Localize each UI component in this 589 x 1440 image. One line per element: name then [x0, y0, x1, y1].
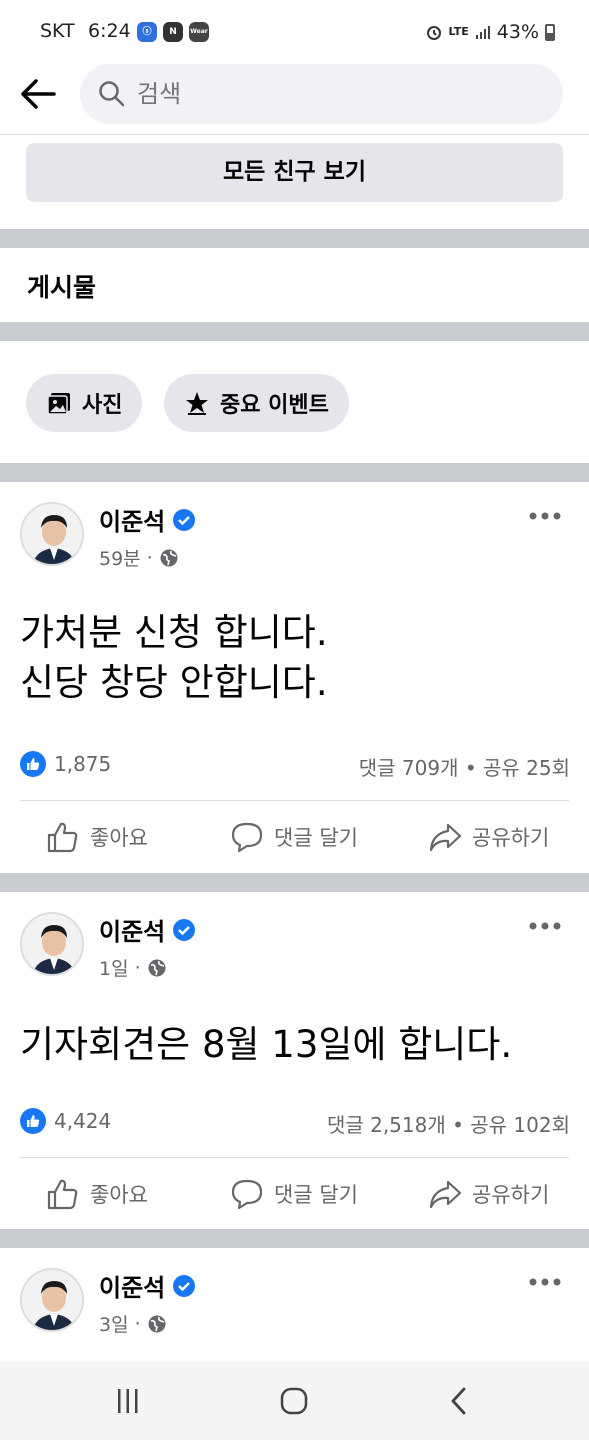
feed-post: 이준석 1일 · 기자회견은 8월 13일에 합니다. 4,424 댓글 2,5…	[0, 892, 589, 1229]
author-name[interactable]: 이준석	[99, 912, 165, 947]
verified-badge-icon	[173, 918, 196, 941]
author-avatar[interactable]	[20, 502, 84, 566]
alarm-icon	[426, 26, 441, 40]
search-input[interactable]	[137, 80, 517, 108]
like-reaction-icon	[20, 751, 46, 777]
photo-icon	[47, 393, 70, 415]
profile-photo	[22, 1270, 82, 1330]
share-button[interactable]: 공유하기	[428, 820, 549, 854]
thumbs-up-icon	[47, 822, 78, 853]
search-bar[interactable]	[80, 64, 563, 124]
naver-icon: N	[163, 22, 183, 42]
author-name-row[interactable]: 이준석	[99, 912, 196, 947]
comment-button[interactable]: 댓글 달기	[230, 1177, 358, 1211]
search-icon	[99, 81, 125, 107]
verified-badge-icon	[173, 1274, 196, 1297]
photos-chip-label: 사진	[82, 393, 123, 418]
like-button-label: 좋아요	[90, 826, 148, 850]
comment-share-stats[interactable]: 댓글 2,518개 • 공유 102회	[327, 1109, 570, 1138]
share-arrow-icon	[429, 1180, 462, 1209]
arrow-left-icon	[21, 79, 56, 109]
profile-photo	[22, 914, 82, 974]
comment-button[interactable]: 댓글 달기	[230, 820, 358, 854]
comment-share-stats[interactable]: 댓글 709개 • 공유 25회	[359, 752, 570, 781]
section-divider	[0, 229, 589, 248]
network-type: LTE	[448, 25, 469, 38]
meta-separator: ·	[146, 546, 153, 569]
author-name-row[interactable]: 이준석	[99, 502, 196, 537]
more-options-icon[interactable]	[528, 1275, 562, 1289]
share-arrow-icon	[429, 823, 462, 852]
share-button-label: 공유하기	[472, 826, 550, 850]
section-divider	[0, 322, 589, 341]
post-time[interactable]: 1일	[99, 954, 129, 981]
share-button[interactable]: 공유하기	[428, 1177, 549, 1211]
author-avatar[interactable]	[20, 1268, 84, 1332]
app-notification-icon: ⓢ	[137, 22, 157, 42]
like-button[interactable]: 좋아요	[46, 1177, 148, 1211]
post-meta: 59분 ·	[99, 544, 179, 571]
public-globe-icon	[148, 959, 166, 976]
public-globe-icon	[148, 1315, 166, 1332]
author-name[interactable]: 이준석	[99, 1268, 165, 1303]
profile-photo	[22, 504, 82, 564]
wear-icon: Wear	[189, 22, 209, 42]
reaction-summary[interactable]: 4,424	[20, 1108, 111, 1134]
meta-separator: ·	[134, 956, 141, 979]
system-indicators: LTE 43%	[425, 20, 555, 44]
thumbs-up-icon	[47, 1179, 78, 1210]
recent-apps-icon[interactable]	[114, 1387, 142, 1415]
comment-icon	[231, 822, 263, 853]
clock: 6:24	[88, 20, 131, 42]
post-time[interactable]: 59분	[99, 544, 141, 571]
post-meta: 3일 ·	[99, 1310, 167, 1337]
author-avatar[interactable]	[20, 912, 84, 976]
post-body-text: 가처분 신청 합니다. 신당 창당 안합니다.	[20, 611, 328, 704]
author-name[interactable]: 이준석	[99, 502, 165, 537]
comment-button-label: 댓글 달기	[274, 826, 358, 850]
like-button-label: 좋아요	[90, 1183, 148, 1207]
life-events-chip-label: 중요 이벤트	[220, 393, 329, 418]
status-bar: SKT 6:24 ⓢ N Wear LTE 43%	[0, 0, 589, 62]
photos-chip[interactable]: 사진	[26, 374, 143, 432]
like-count: 4,424	[54, 1109, 112, 1133]
verified-badge-icon	[173, 508, 196, 531]
more-options-icon[interactable]	[528, 509, 562, 523]
reaction-summary[interactable]: 1,875	[20, 751, 111, 777]
app-header	[0, 62, 589, 135]
posts-section-title: 게시물	[27, 273, 97, 302]
signal-icon	[475, 26, 490, 39]
life-events-chip[interactable]: 중요 이벤트	[164, 374, 349, 432]
like-button[interactable]: 좋아요	[46, 820, 148, 854]
post-divider	[20, 1157, 569, 1158]
like-count: 1,875	[54, 752, 112, 776]
back-button[interactable]	[18, 76, 62, 112]
more-options-icon[interactable]	[528, 919, 562, 933]
star-icon	[186, 392, 208, 415]
feed-post: 이준석 3일 ·	[0, 1248, 589, 1361]
post-body-text: 기자회견은 8월 13일에 합니다.	[20, 1023, 513, 1066]
public-globe-icon	[160, 549, 178, 566]
like-reaction-icon	[20, 1108, 46, 1134]
share-button-label: 공유하기	[472, 1183, 550, 1207]
feed-post: 이준석 59분 · 가처분 신청 합니다. 신당 창당 안합니다. 1,875 …	[0, 482, 589, 873]
home-icon[interactable]	[279, 1386, 309, 1416]
battery-icon	[545, 23, 555, 41]
see-all-friends-button[interactable]: 모든 친구 보기	[26, 143, 563, 202]
meta-separator: ·	[134, 1312, 141, 1335]
comment-button-label: 댓글 달기	[274, 1183, 358, 1207]
section-divider	[0, 1229, 589, 1248]
author-name-row[interactable]: 이준석	[99, 1268, 196, 1303]
section-divider	[0, 873, 589, 892]
section-divider	[0, 463, 589, 482]
post-divider	[20, 800, 569, 801]
battery-percent: 43%	[496, 21, 539, 43]
carrier-label: SKT	[40, 20, 75, 42]
post-time[interactable]: 3일	[99, 1310, 129, 1337]
back-nav-icon[interactable]	[446, 1386, 472, 1416]
post-meta: 1일 ·	[99, 954, 167, 981]
system-navigation-bar	[0, 1361, 589, 1440]
comment-icon	[231, 1179, 263, 1210]
